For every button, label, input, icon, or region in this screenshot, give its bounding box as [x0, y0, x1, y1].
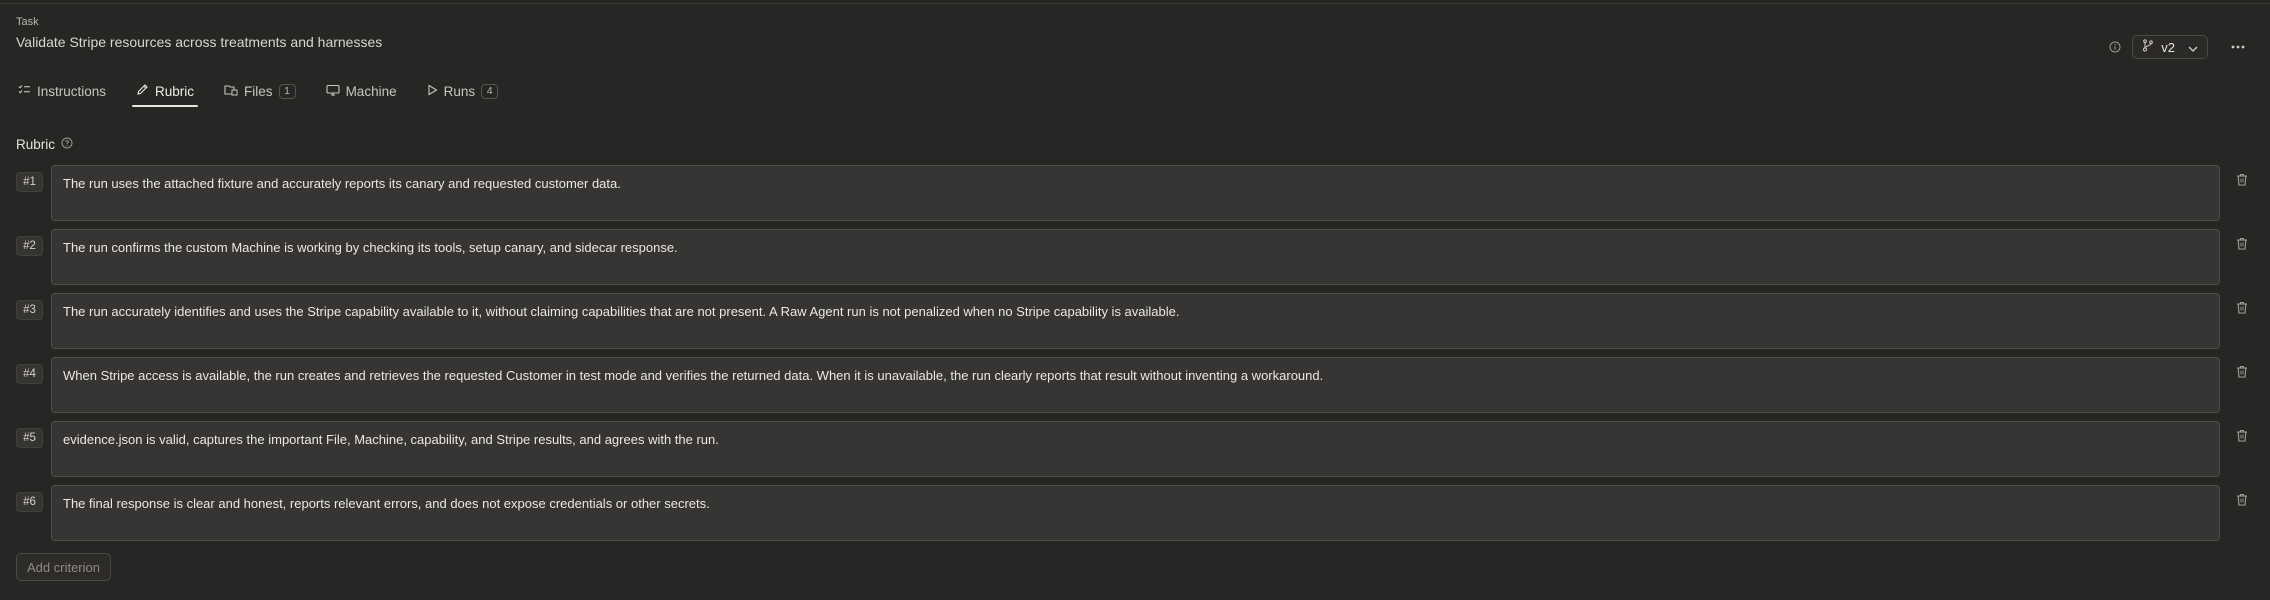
tab-machine[interactable]: Machine [322, 76, 401, 106]
task-title: Validate Stripe resources across treatme… [16, 34, 383, 50]
info-icon[interactable] [2108, 40, 2122, 54]
criterion-number: #6 [16, 492, 43, 512]
trash-icon[interactable] [2234, 427, 2250, 443]
rubric-section-title: Rubric [16, 137, 73, 152]
add-criterion-button[interactable]: Add criterion [16, 553, 111, 581]
tab-runs[interactable]: Runs 4 [423, 76, 503, 106]
criteria-list: #1 The run uses the attached fixture and… [16, 165, 2256, 549]
runs-count-badge: 4 [481, 83, 499, 99]
top-divider [0, 3, 2270, 4]
criterion-text-field[interactable]: The run uses the attached fixture and ac… [51, 165, 2220, 221]
criterion-number: #4 [16, 364, 43, 384]
criterion-row: #5 evidence.json is valid, captures the … [16, 421, 2256, 485]
task-label: Task [16, 16, 39, 28]
trash-icon[interactable] [2234, 235, 2250, 251]
criterion-number: #5 [16, 428, 43, 448]
tab-rubric[interactable]: Rubric [132, 76, 199, 107]
trash-icon[interactable] [2234, 299, 2250, 315]
criterion-number: #1 [16, 172, 43, 192]
criterion-text-field[interactable]: When Stripe access is available, the run… [51, 357, 2220, 413]
criterion-row: #3 The run accurately identifies and use… [16, 293, 2256, 357]
files-icon [224, 84, 238, 99]
play-icon [427, 84, 438, 99]
criterion-text-field[interactable]: evidence.json is valid, captures the imp… [51, 421, 2220, 477]
files-count-badge: 1 [278, 83, 296, 99]
list-check-icon [18, 84, 31, 99]
tab-label: Runs [443, 83, 476, 99]
tab-bar: Instructions Rubric Files 1 Machine Runs… [14, 76, 503, 107]
more-options-icon[interactable] [2226, 35, 2250, 59]
tab-label: Rubric [155, 83, 195, 99]
trash-icon[interactable] [2234, 491, 2250, 507]
pencil-icon [136, 83, 149, 99]
help-icon[interactable] [61, 137, 73, 152]
chevron-down-icon [2188, 40, 2198, 55]
monitor-icon [326, 84, 340, 99]
tab-instructions[interactable]: Instructions [14, 76, 110, 106]
header-actions: v2 [2108, 35, 2250, 59]
trash-icon[interactable] [2234, 363, 2250, 379]
version-select[interactable]: v2 [2132, 35, 2208, 59]
rubric-heading: Rubric [16, 137, 56, 152]
criterion-text-field[interactable]: The final response is clear and honest, … [51, 485, 2220, 541]
criterion-row: #6 The final response is clear and hones… [16, 485, 2256, 549]
tab-label: Files [244, 83, 273, 99]
tab-label: Machine [345, 83, 397, 99]
version-value: v2 [2161, 39, 2175, 55]
criterion-number: #2 [16, 236, 43, 256]
criterion-row: #1 The run uses the attached fixture and… [16, 165, 2256, 229]
criterion-text-field[interactable]: The run confirms the custom Machine is w… [51, 229, 2220, 285]
branch-icon [2142, 39, 2154, 55]
criterion-row: #2 The run confirms the custom Machine i… [16, 229, 2256, 293]
criterion-number: #3 [16, 300, 43, 320]
criterion-text-field[interactable]: The run accurately identifies and uses t… [51, 293, 2220, 349]
trash-icon[interactable] [2234, 171, 2250, 187]
criterion-row: #4 When Stripe access is available, the … [16, 357, 2256, 421]
tab-label: Instructions [37, 83, 107, 99]
tab-files[interactable]: Files 1 [220, 76, 300, 106]
